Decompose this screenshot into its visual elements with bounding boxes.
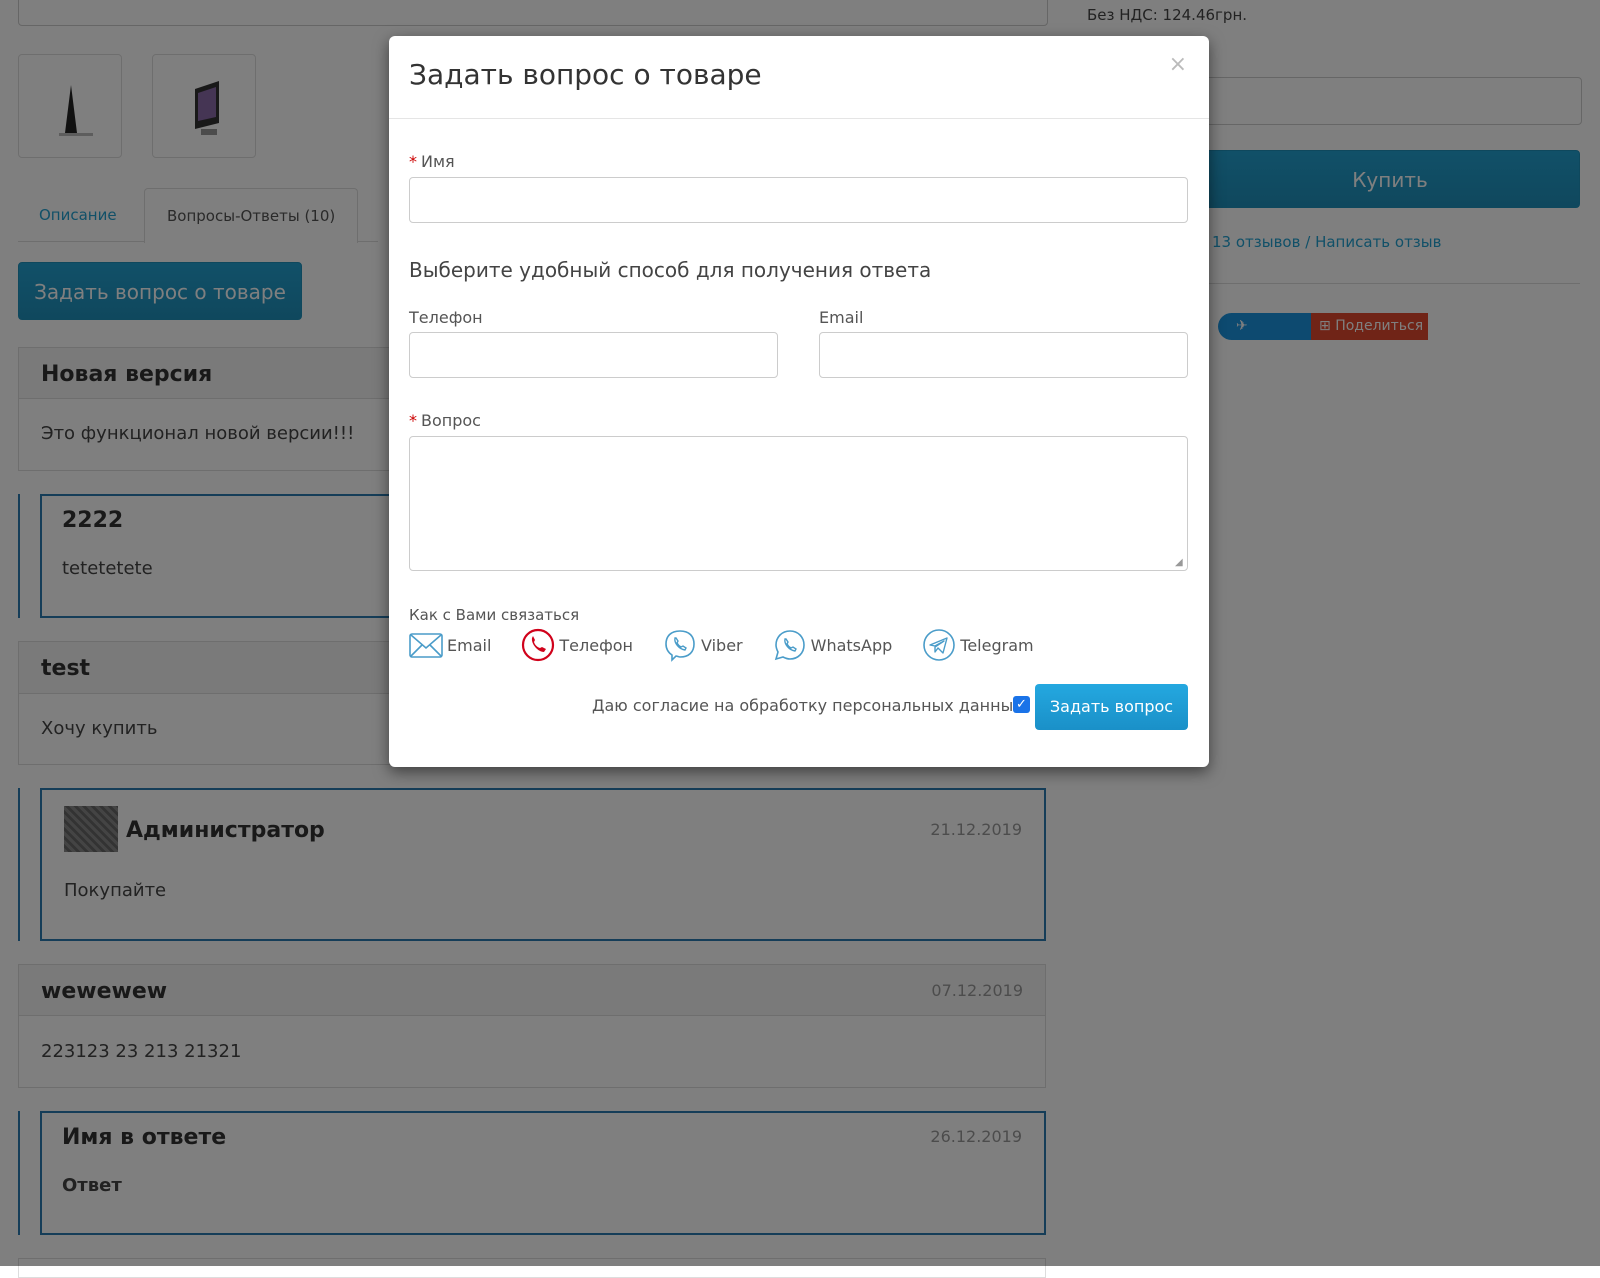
phone-input[interactable] <box>409 332 778 378</box>
contact-telegram-label: Telegram <box>960 635 1034 655</box>
modal-divider <box>389 118 1209 119</box>
submit-question-button[interactable]: Задать вопрос <box>1035 684 1188 730</box>
email-input[interactable] <box>819 332 1188 378</box>
contact-whatsapp-label: WhatsApp <box>810 635 893 655</box>
name-input[interactable] <box>409 177 1188 223</box>
consent-text: Даю согласие на обработку персональных д… <box>592 696 1023 715</box>
choose-method-heading: Выберите удобный способ для получения от… <box>409 258 932 282</box>
phone-label: Телефон <box>409 308 483 327</box>
ask-question-modal: Задать вопрос о товаре × * Имя Выберите у… <box>389 36 1209 767</box>
contact-viber-option[interactable]: Viber <box>663 628 743 662</box>
question-textarea[interactable]: ◢ <box>409 436 1188 571</box>
contact-methods: Email Телефон Viber WhatsApp Telegram <box>409 628 1034 662</box>
question-label: * Вопрос <box>409 411 481 430</box>
modal-title: Задать вопрос о товаре <box>409 58 762 91</box>
contact-phone-label: Телефон <box>559 635 634 655</box>
contact-email-option[interactable]: Email <box>409 628 491 662</box>
telegram-icon <box>923 629 956 661</box>
required-marker: * <box>409 152 417 171</box>
name-label-text: Имя <box>421 152 455 171</box>
phone-icon <box>522 628 555 662</box>
whatsapp-icon <box>774 630 805 661</box>
contact-email-label: Email <box>447 635 492 655</box>
contact-method-title: Как с Вами связаться <box>409 606 580 624</box>
consent-checkbox[interactable]: ✓ <box>1013 696 1030 713</box>
envelope-icon <box>409 633 443 658</box>
contact-whatsapp-option[interactable]: WhatsApp <box>773 628 893 662</box>
question-label-text: Вопрос <box>421 411 481 430</box>
name-label: * Имя <box>409 152 455 171</box>
contact-phone-option[interactable]: Телефон <box>521 628 633 662</box>
contact-telegram-option[interactable]: Telegram <box>922 628 1034 662</box>
contact-viber-label: Viber <box>701 635 743 655</box>
required-marker: * <box>409 411 417 430</box>
resize-handle-icon[interactable]: ◢ <box>1175 558 1185 568</box>
email-label: Email <box>819 308 864 327</box>
close-icon[interactable]: × <box>1169 52 1187 77</box>
viber-icon <box>665 630 695 662</box>
